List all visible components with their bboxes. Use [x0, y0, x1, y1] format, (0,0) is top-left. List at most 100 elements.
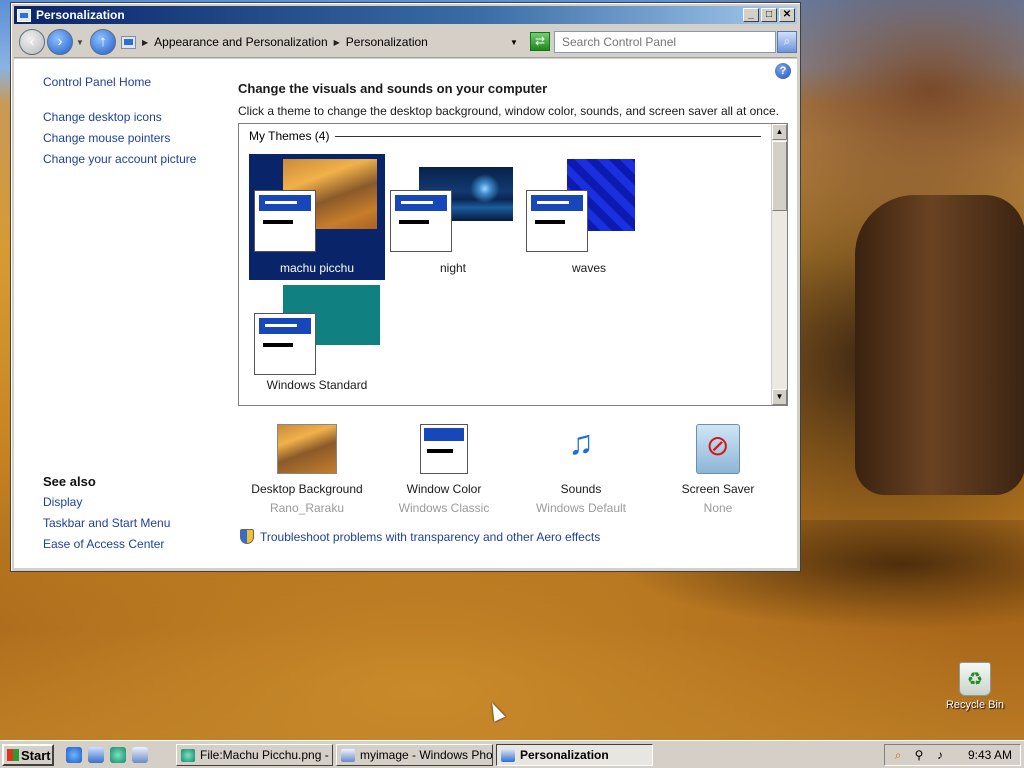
scroll-down-arrow-icon[interactable]: ▼	[772, 389, 787, 405]
photo-viewer-icon	[341, 748, 355, 762]
screen-saver-icon	[696, 424, 740, 474]
breadcrumb-personalization[interactable]: Personalization	[346, 35, 428, 49]
troubleshoot-row: Troubleshoot problems with transparency …	[240, 529, 600, 544]
volume-icon[interactable]: ♪	[933, 748, 947, 762]
switch-windows-icon[interactable]	[132, 747, 148, 763]
page-description: Click a theme to change the desktop back…	[238, 104, 779, 118]
theme-windows-standard[interactable]: Windows Standard	[249, 280, 385, 405]
browser-icon	[181, 748, 195, 762]
sounds-setting[interactable]: ♫ Sounds Windows Default	[506, 424, 656, 515]
clock[interactable]: 9:43 AM	[968, 748, 1012, 762]
control-panel-icon	[17, 8, 31, 22]
change-account-picture-link[interactable]: Change your account picture	[43, 152, 196, 166]
show-desktop-icon[interactable]	[88, 747, 104, 763]
ease-of-access-link[interactable]: Ease of Access Center	[43, 537, 164, 551]
address-dropdown-icon[interactable]: ▼	[510, 38, 518, 47]
my-themes-group-header: My Themes (4)	[249, 129, 761, 143]
setting-name: Screen Saver	[681, 482, 755, 496]
task-button-photo-viewer[interactable]: myimage - Windows Phot...	[336, 744, 493, 766]
mouse-cursor-icon	[486, 700, 506, 722]
taskbar-start-menu-link[interactable]: Taskbar and Start Menu	[43, 516, 170, 530]
search-icon[interactable]: ⌕	[891, 748, 905, 762]
setting-value: Rano_Raraku	[269, 501, 345, 515]
recycle-bin-label: Recycle Bin	[945, 699, 1005, 711]
control-panel-icon	[121, 35, 136, 49]
task-label: File:Machu Picchu.png - ...	[200, 748, 333, 762]
breadcrumb-chevron-icon[interactable]: ▶	[334, 38, 340, 47]
theme-label: Windows Standard	[266, 378, 368, 392]
control-panel-icon	[501, 748, 515, 762]
desktop-wallpaper-moai	[855, 195, 1024, 495]
task-buttons: File:Machu Picchu.png - ... myimage - Wi…	[176, 744, 653, 766]
task-button-personalization[interactable]: Personalization	[496, 744, 653, 766]
setting-name: Desktop Background	[251, 482, 363, 496]
task-label: myimage - Windows Phot...	[360, 748, 493, 762]
address-bar: ‹ › ▼ ↑ ▶ Appearance and Personalization…	[14, 26, 797, 58]
search-button[interactable]: ⌕	[777, 31, 797, 53]
personalization-window: Personalization _ □ ✕ ‹ › ▼ ↑ ▶ Appearan…	[10, 2, 801, 572]
quick-launch	[66, 747, 148, 763]
forward-button[interactable]: ›	[47, 29, 73, 55]
maximize-button[interactable]: □	[761, 8, 777, 22]
theme-label: waves	[571, 261, 606, 275]
task-button-machu-picchu-file[interactable]: File:Machu Picchu.png - ...	[176, 744, 333, 766]
scroll-up-arrow-icon[interactable]: ▲	[772, 124, 787, 140]
display-link[interactable]: Display	[43, 495, 82, 509]
desktop-background-setting[interactable]: Desktop Background Rano_Raraku	[232, 424, 382, 515]
setting-value: Windows Classic	[398, 501, 490, 515]
task-label: Personalization	[520, 748, 609, 762]
group-divider	[335, 135, 761, 137]
recent-pages-dropdown-icon[interactable]: ▼	[76, 38, 84, 47]
start-button[interactable]: Start	[2, 744, 54, 766]
start-label: Start	[21, 747, 51, 763]
theme-machu-picchu[interactable]: machu picchu	[249, 154, 385, 280]
window-color-setting[interactable]: Window Color Windows Classic	[369, 424, 519, 515]
shield-icon	[240, 529, 254, 544]
breadcrumb-chevron-icon[interactable]: ▶	[142, 38, 148, 47]
close-button[interactable]: ✕	[779, 8, 795, 22]
window-color-icon	[420, 424, 468, 474]
theme-label: night	[439, 261, 467, 275]
window-color-preview	[526, 190, 588, 252]
minimize-button[interactable]: _	[743, 8, 759, 22]
system-tray: ⌕ ⚲ ♪ 9:43 AM	[884, 744, 1021, 766]
title-bar[interactable]: Personalization _ □ ✕	[14, 6, 797, 24]
content-area: ? Control Panel Home Change desktop icon…	[14, 59, 797, 568]
language-bar-icon[interactable]: ⚲	[912, 748, 926, 762]
recycle-bin-icon: ♻	[959, 662, 991, 696]
address-field[interactable]: ▶ Appearance and Personalization ▶ Perso…	[118, 32, 531, 52]
help-icon[interactable]: ?	[775, 63, 791, 79]
control-panel-home-link[interactable]: Control Panel Home	[43, 75, 151, 89]
theme-waves[interactable]: waves	[521, 154, 657, 280]
theme-list: My Themes (4) machu picchu night waves W…	[238, 123, 788, 406]
sounds-icon: ♫	[568, 424, 594, 462]
scrollbar-thumb[interactable]	[772, 141, 787, 211]
theme-list-scrollbar[interactable]: ▲ ▼	[771, 124, 787, 405]
up-button[interactable]: ↑	[90, 29, 116, 55]
window-color-preview	[254, 313, 316, 375]
troubleshoot-aero-link[interactable]: Troubleshoot problems with transparency …	[260, 530, 600, 544]
window-color-preview	[254, 190, 316, 252]
window-title: Personalization	[36, 8, 125, 22]
setting-name: Sounds	[560, 482, 602, 496]
theme-night[interactable]: night	[385, 154, 521, 280]
back-button[interactable]: ‹	[19, 29, 45, 55]
see-also-heading: See also	[43, 474, 96, 489]
internet-explorer-icon[interactable]	[66, 747, 82, 763]
setting-name: Window Color	[406, 482, 482, 496]
taskbar: Start File:Machu Picchu.png - ... myimag…	[0, 740, 1024, 768]
media-player-icon[interactable]	[110, 747, 126, 763]
windows-logo-icon	[7, 749, 19, 761]
change-mouse-pointers-link[interactable]: Change mouse pointers	[43, 131, 170, 145]
search-input[interactable]	[554, 31, 776, 53]
group-header-label: My Themes (4)	[249, 129, 330, 143]
refresh-button[interactable]: ⇄	[530, 32, 550, 51]
setting-value: None	[703, 501, 733, 515]
window-color-preview	[390, 190, 452, 252]
setting-value: Windows Default	[535, 501, 627, 515]
desktop-icon-recycle-bin[interactable]: ♻ Recycle Bin	[940, 662, 1010, 711]
page-title: Change the visuals and sounds on your co…	[238, 81, 548, 96]
breadcrumb-appearance[interactable]: Appearance and Personalization	[154, 35, 327, 49]
change-desktop-icons-link[interactable]: Change desktop icons	[43, 110, 162, 124]
screen-saver-setting[interactable]: Screen Saver None	[643, 424, 793, 515]
